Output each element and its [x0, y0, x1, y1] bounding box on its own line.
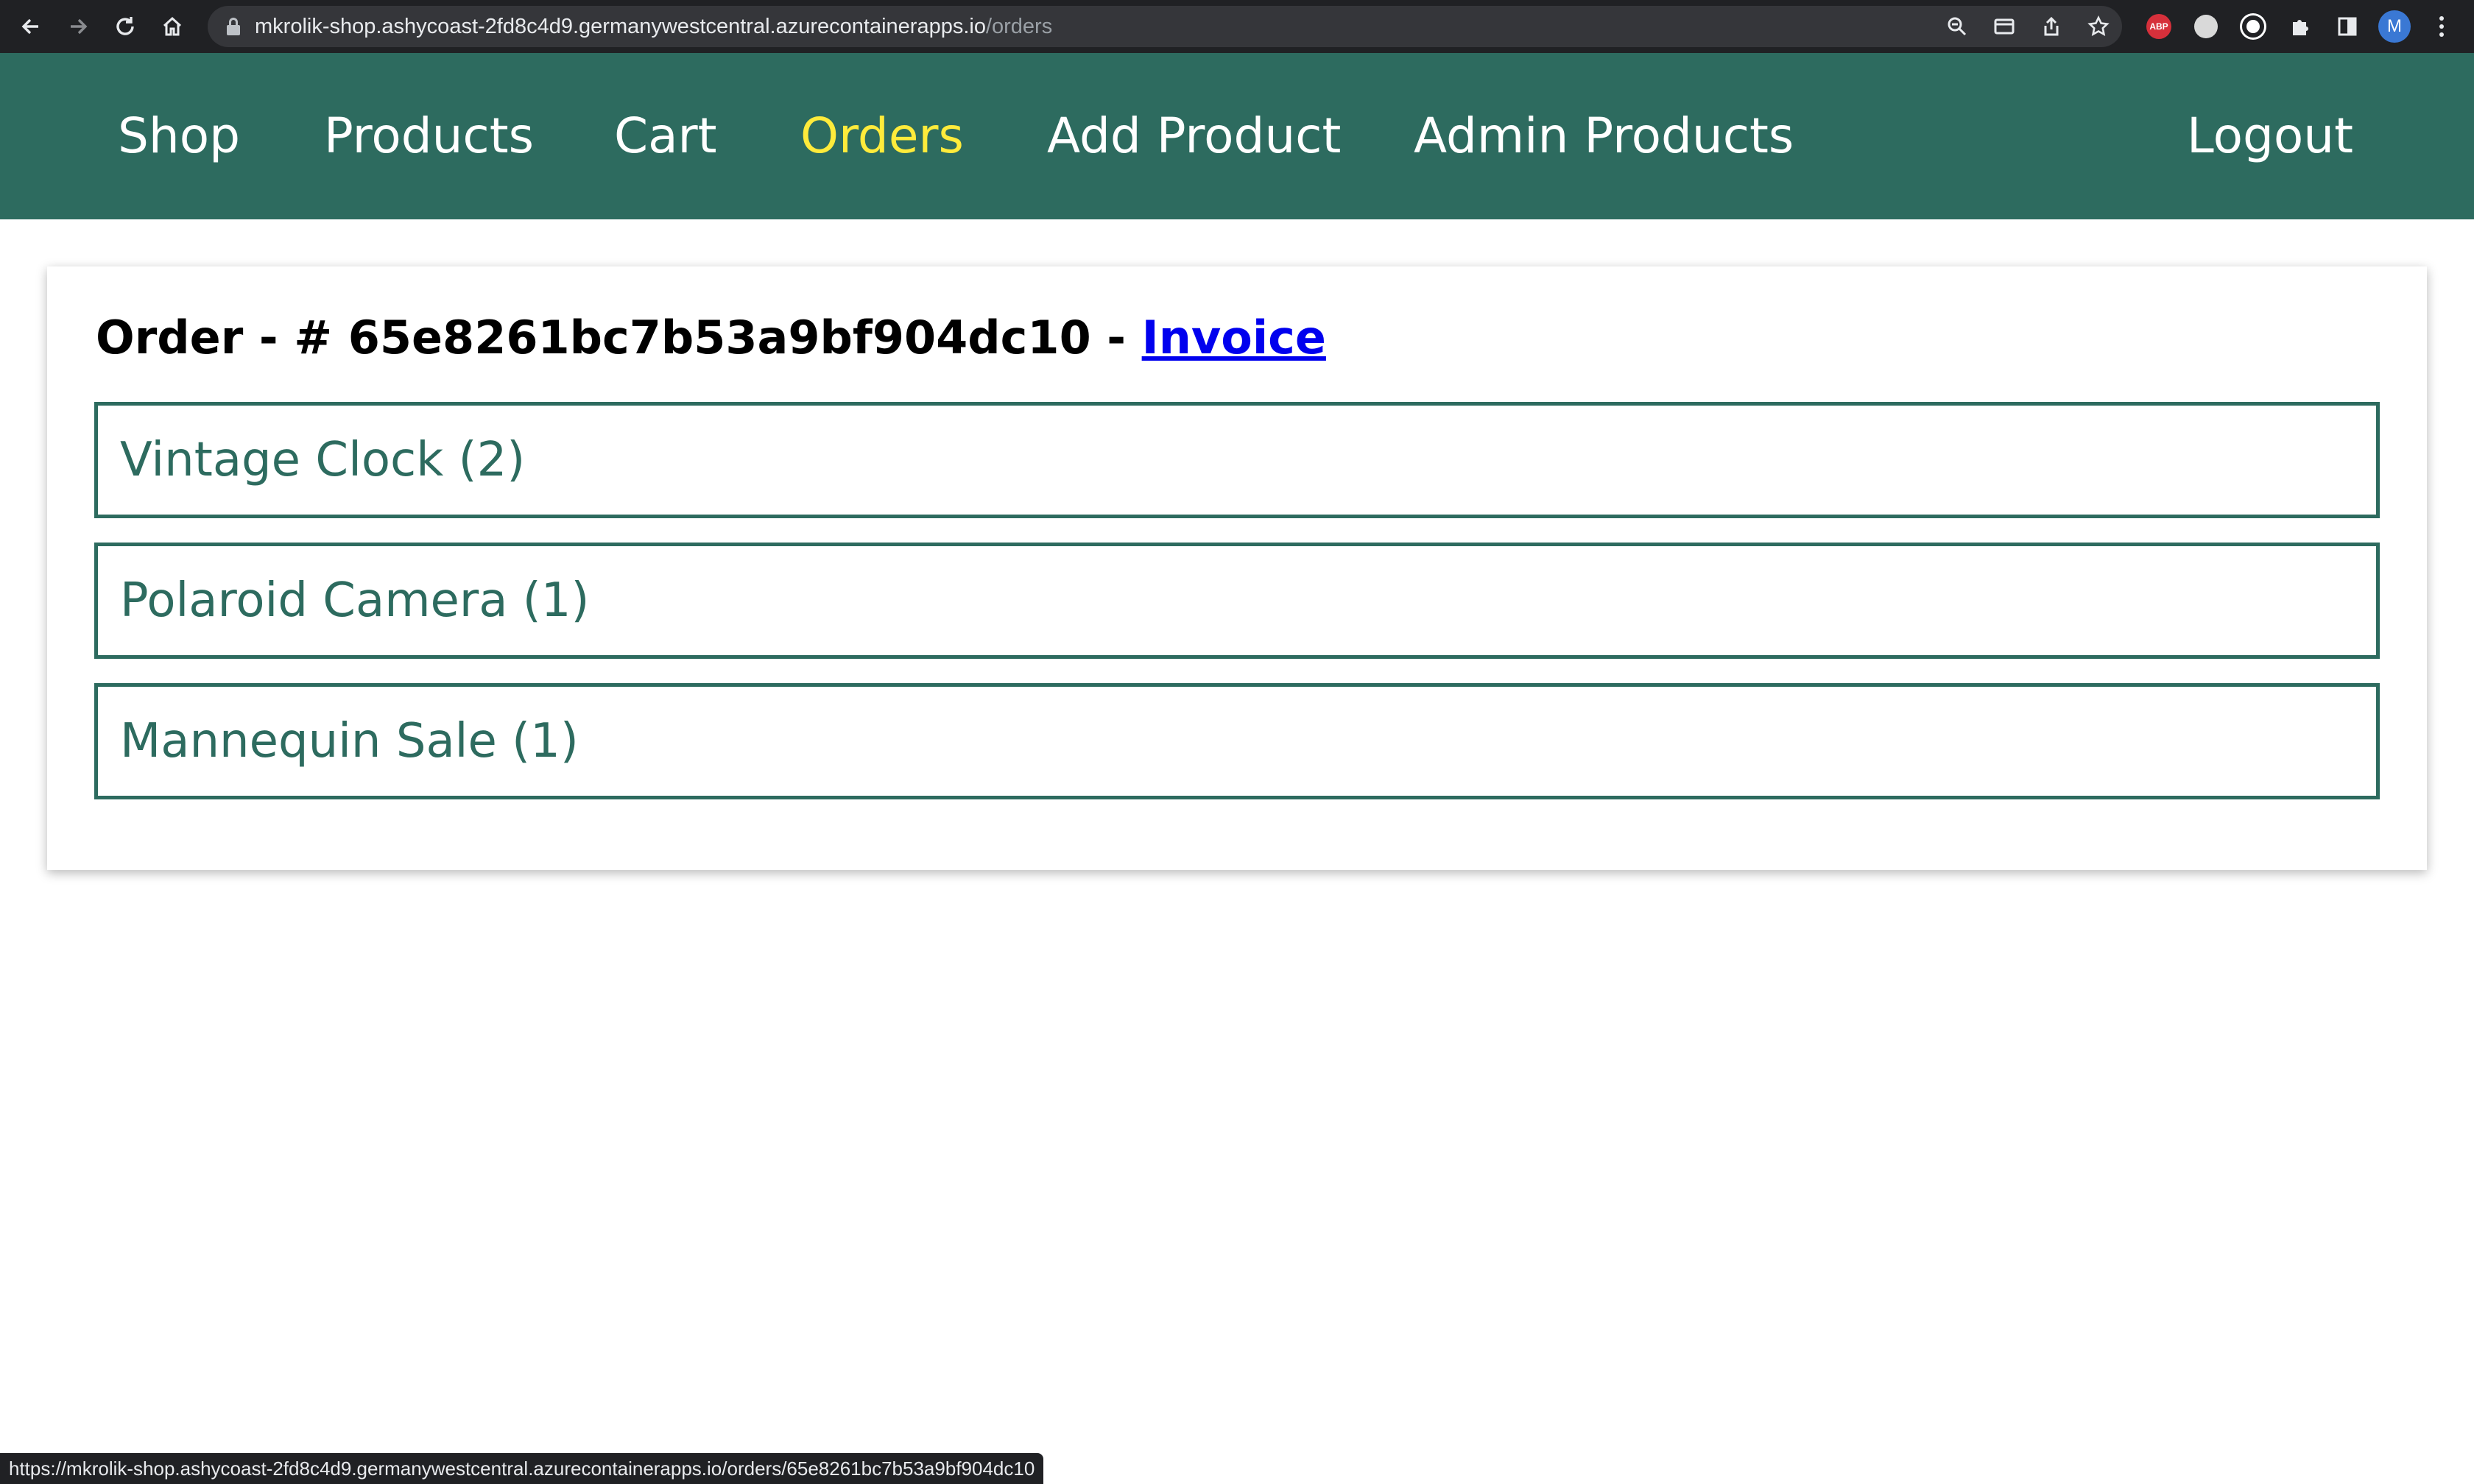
side-panel-icon[interactable]	[2324, 0, 2371, 53]
forward-icon[interactable]	[54, 0, 102, 53]
order-item: Polaroid Camera (1)	[94, 543, 2380, 659]
reload-icon[interactable]	[102, 0, 149, 53]
order-item: Mannequin Sale (1)	[94, 683, 2380, 799]
home-icon[interactable]	[149, 0, 196, 53]
adblock-label: ABP	[2146, 14, 2171, 39]
invoice-link[interactable]: Invoice	[1142, 311, 1326, 364]
profile-avatar[interactable]: M	[2371, 0, 2418, 53]
nav-products[interactable]: Products	[324, 53, 534, 219]
nav-admin-products[interactable]: Admin Products	[1414, 53, 1794, 219]
url-path: /orders	[985, 14, 1053, 38]
order-card: Order - # 65e8261bc7b53a9bf904dc10 - Inv…	[47, 266, 2427, 870]
nav-cart[interactable]: Cart	[614, 53, 717, 219]
link-status-bar: https://mkrolik-shop.ashycoast-2fd8c4d9.…	[0, 1453, 1044, 1484]
payment-card-icon[interactable]	[1981, 6, 2028, 47]
puzzle-icon[interactable]	[2277, 0, 2324, 53]
order-item-label: Mannequin Sale (1)	[120, 714, 579, 768]
bookmark-star-icon[interactable]	[2075, 6, 2122, 47]
status-url: https://mkrolik-shop.ashycoast-2fd8c4d9.…	[9, 1457, 1035, 1480]
order-item: Vintage Clock (2)	[94, 402, 2380, 518]
nav-logout[interactable]: Logout	[2187, 53, 2353, 219]
theme-extension-icon[interactable]	[2230, 0, 2277, 53]
zoom-icon[interactable]	[1934, 6, 1981, 47]
extension-icon[interactable]	[2182, 0, 2230, 53]
adblock-extension-icon[interactable]: ABP	[2135, 0, 2182, 53]
order-item-label: Vintage Clock (2)	[120, 433, 526, 487]
order-item-label: Polaroid Camera (1)	[120, 573, 590, 628]
browser-toolbar: mkrolik-shop.ashycoast-2fd8c4d9.germanyw…	[0, 0, 2474, 53]
main-navigation: Shop Products Cart Orders Add Product Ad…	[0, 53, 2474, 219]
back-icon[interactable]	[7, 0, 54, 53]
share-icon[interactable]	[2028, 6, 2075, 47]
order-title: Order - # 65e8261bc7b53a9bf904dc10 - Inv…	[96, 311, 1326, 364]
nav-shop[interactable]: Shop	[118, 53, 240, 219]
lock-icon[interactable]	[227, 18, 240, 35]
url-host: mkrolik-shop.ashycoast-2fd8c4d9.germanyw…	[255, 14, 986, 38]
menu-dots-icon[interactable]	[2418, 0, 2465, 53]
address-bar[interactable]: mkrolik-shop.ashycoast-2fd8c4d9.germanyw…	[208, 6, 2122, 47]
order-id-text: Order - # 65e8261bc7b53a9bf904dc10 -	[96, 311, 1142, 364]
nav-orders[interactable]: Orders	[800, 53, 964, 219]
nav-add-product[interactable]: Add Product	[1047, 53, 1341, 219]
